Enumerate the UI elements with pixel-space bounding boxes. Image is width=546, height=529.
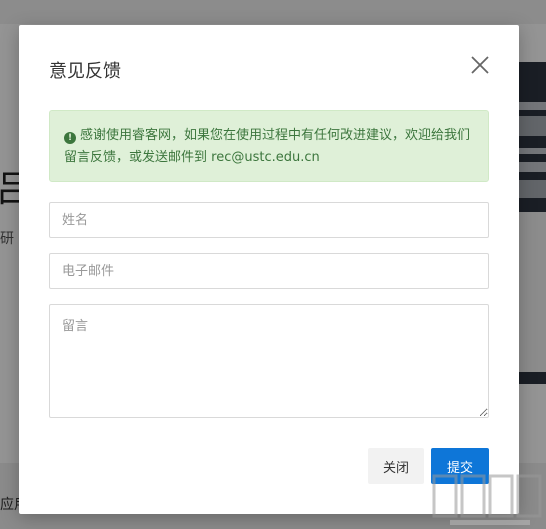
exclamation-circle-icon: ! (64, 132, 76, 144)
close-button[interactable]: 关闭 (368, 448, 424, 484)
email-input[interactable] (49, 253, 489, 289)
feedback-notice: ! 感谢使用睿客网，如果您在使用过程中有任何改进建议，欢迎给我们留言反馈，或发送邮… (49, 110, 489, 182)
feedback-dialog: 意见反馈 ! 感谢使用睿客网，如果您在使用过程中有任何改进建议，欢迎给我们留言反馈… (19, 25, 519, 514)
message-textarea[interactable] (49, 304, 489, 418)
name-input[interactable] (49, 202, 489, 238)
close-icon (471, 56, 489, 74)
dialog-close-button[interactable] (468, 53, 492, 77)
dialog-title: 意见反馈 (49, 61, 121, 82)
notice-text: 感谢使用睿客网，如果您在使用过程中有任何改进建议，欢迎给我们留言反馈，或发送邮件… (64, 128, 471, 165)
watermark-logo (432, 474, 542, 525)
